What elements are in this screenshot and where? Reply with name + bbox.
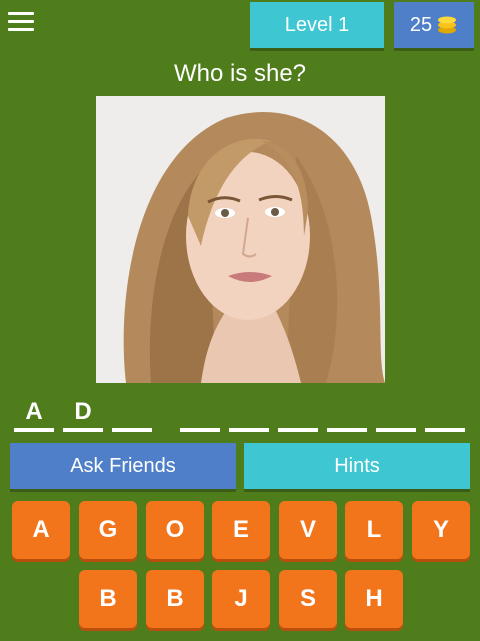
letter-key[interactable]: H — [345, 570, 403, 628]
question-text: Who is she? — [173, 60, 307, 87]
answer-slot[interactable] — [112, 396, 152, 432]
answer-slot[interactable] — [278, 396, 318, 432]
letter-key[interactable]: J — [212, 570, 270, 628]
letter-key[interactable]: S — [279, 570, 337, 628]
letter-key[interactable]: O — [146, 501, 204, 559]
quiz-photo — [96, 96, 385, 383]
answer-slots: A D — [0, 396, 480, 436]
letter-key[interactable]: B — [79, 570, 137, 628]
answer-slot[interactable]: A — [14, 396, 54, 432]
level-badge: Level 1 — [250, 2, 384, 48]
ask-friends-button[interactable]: Ask Friends — [10, 443, 236, 489]
letter-key[interactable]: L — [345, 501, 403, 559]
letter-key[interactable]: G — [79, 501, 137, 559]
answer-slot[interactable] — [376, 396, 416, 432]
answer-slot[interactable] — [327, 396, 367, 432]
letter-key[interactable]: V — [279, 501, 337, 559]
menu-hamburger-icon[interactable] — [8, 12, 34, 34]
answer-slot[interactable] — [180, 396, 220, 432]
hints-button[interactable]: Hints — [244, 443, 470, 489]
letter-key[interactable]: E — [212, 501, 270, 559]
answer-slot[interactable] — [229, 396, 269, 432]
level-label: Level 1 — [284, 13, 350, 36]
letter-key[interactable]: B — [146, 570, 204, 628]
coins-icon — [436, 15, 458, 35]
coins-count: 25 — [409, 13, 433, 36]
answer-slot[interactable] — [425, 396, 465, 432]
letter-key[interactable]: A — [12, 501, 70, 559]
letter-key[interactable]: Y — [412, 501, 470, 559]
answer-slot[interactable]: D — [63, 396, 103, 432]
coins-badge[interactable]: 25 — [394, 2, 474, 48]
